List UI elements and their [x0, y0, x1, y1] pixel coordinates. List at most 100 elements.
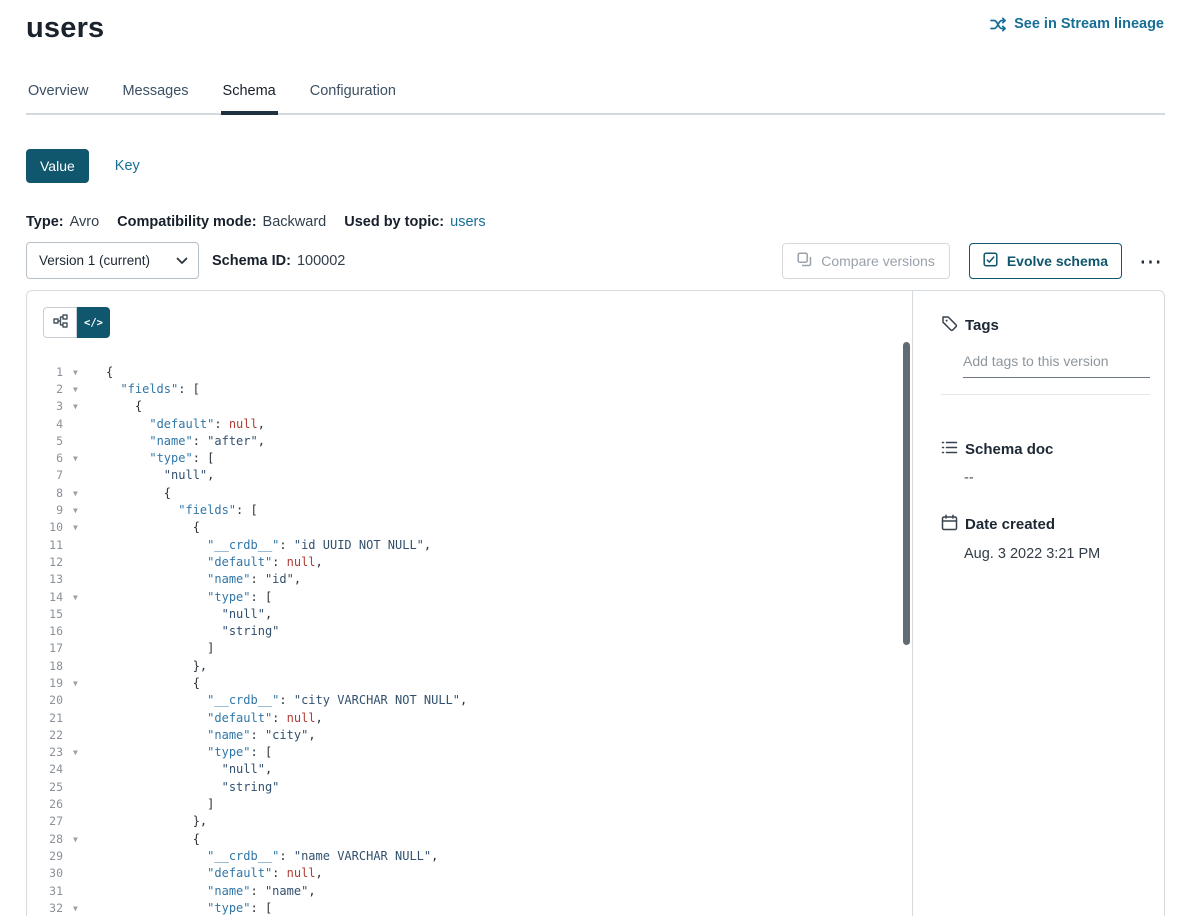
collapse-arrow-icon[interactable]: ▼: [63, 488, 106, 498]
collapse-arrow-spacer: [63, 803, 106, 805]
collapse-arrow-spacer: [63, 440, 106, 442]
line-number: 28: [27, 832, 63, 846]
code-text: {: [106, 399, 142, 413]
tab-configuration[interactable]: Configuration: [308, 83, 398, 113]
evolve-schema-button[interactable]: Evolve schema: [969, 243, 1122, 279]
collapse-arrow-icon[interactable]: ▼: [63, 401, 106, 411]
tab-messages[interactable]: Messages: [120, 83, 190, 113]
code-line: 25"string": [27, 778, 912, 795]
collapse-arrow-icon[interactable]: ▼: [63, 747, 106, 757]
collapse-arrow-icon[interactable]: ▼: [63, 903, 106, 913]
schema-id-value: 100002: [297, 253, 345, 269]
version-select-value: Version 1 (current): [39, 253, 150, 268]
code-text: "null",: [106, 607, 272, 621]
compare-versions-label: Compare versions: [821, 253, 935, 269]
code-text: "name": "city",: [106, 728, 316, 742]
evolve-schema-label: Evolve schema: [1007, 253, 1108, 269]
viewer-mode-toggle: </>: [43, 307, 110, 338]
collapse-arrow-spacer: [63, 578, 106, 580]
code-text: "name": "after",: [106, 434, 265, 448]
code-text: "name": "id",: [106, 572, 301, 586]
line-number: 17: [27, 641, 63, 655]
collapse-arrow-spacer: [63, 890, 106, 892]
line-number: 4: [27, 417, 63, 431]
tree-view-button[interactable]: [43, 307, 77, 338]
code-line: 7"null",: [27, 467, 912, 484]
line-number: 11: [27, 538, 63, 552]
collapse-arrow-icon[interactable]: ▼: [63, 453, 106, 463]
collapse-arrow-spacer: [63, 820, 106, 822]
value-toggle-button[interactable]: Value: [26, 149, 89, 183]
line-number: 22: [27, 728, 63, 742]
code-line: 32▼"type": [: [27, 899, 912, 916]
collapse-arrow-spacer: [63, 734, 106, 736]
code-line: 14▼"type": [: [27, 588, 912, 605]
line-number: 6: [27, 451, 63, 465]
schema-id-label: Schema ID:: [212, 253, 291, 269]
code-line: 8▼{: [27, 484, 912, 501]
code-text: ]: [106, 797, 214, 811]
line-number: 32: [27, 901, 63, 915]
code-view-button[interactable]: </>: [77, 307, 110, 338]
code-line: 17]: [27, 640, 912, 657]
tab-schema[interactable]: Schema: [221, 83, 278, 115]
collapse-arrow-icon[interactable]: ▼: [63, 834, 106, 844]
code-line: 6▼"type": [: [27, 449, 912, 466]
line-number: 21: [27, 711, 63, 725]
sidebar-divider: [941, 394, 1150, 395]
topic-link[interactable]: users: [450, 214, 485, 230]
collapse-arrow-spacer: [63, 786, 106, 788]
code-text: "string": [106, 780, 279, 794]
collapse-arrow-spacer: [63, 561, 106, 563]
code-line: 3▼{: [27, 398, 912, 415]
tag-icon: [941, 315, 958, 336]
compatibility-label: Compatibility mode:: [117, 214, 256, 230]
evolve-schema-icon: [983, 252, 998, 270]
line-number: 26: [27, 797, 63, 811]
chevron-down-icon: [176, 253, 188, 268]
code-line: 13 "name": "id",: [27, 571, 912, 588]
code-line: 1▼{: [27, 363, 912, 380]
line-number: 23: [27, 745, 63, 759]
version-select[interactable]: Version 1 (current): [26, 242, 199, 279]
code-text: {: [106, 520, 200, 534]
code-line: 20"__crdb__": "city VARCHAR NOT NULL",: [27, 692, 912, 709]
schema-doc-title: Schema doc: [965, 441, 1053, 458]
schema-page: users See in Stream lineage Overview Mess…: [0, 0, 1189, 916]
date-created-value: Aug. 3 2022 3:21 PM: [964, 546, 1150, 562]
line-number: 13: [27, 572, 63, 586]
line-number: 10: [27, 520, 63, 534]
collapse-arrow-icon[interactable]: ▼: [63, 678, 106, 688]
collapse-arrow-spacer: [63, 717, 106, 719]
code-text: {: [106, 832, 200, 846]
used-by-topic-label: Used by topic:: [344, 214, 444, 230]
code-text: "__crdb__": "id UUID NOT NULL",: [106, 538, 431, 552]
line-number: 5: [27, 434, 63, 448]
add-tags-input[interactable]: [963, 351, 1150, 378]
line-number: 3: [27, 399, 63, 413]
collapse-arrow-icon[interactable]: ▼: [63, 384, 106, 394]
schema-code-editor[interactable]: 1▼{2▼"fields": [3▼{4"default": null,5"na…: [27, 363, 912, 916]
code-line: 4"default": null,: [27, 415, 912, 432]
line-number: 16: [27, 624, 63, 638]
collapse-arrow-icon[interactable]: ▼: [63, 367, 106, 377]
line-number: 2: [27, 382, 63, 396]
code-line: 22 "name": "city",: [27, 726, 912, 743]
code-text: {: [106, 365, 113, 379]
code-line: 30"default": null,: [27, 865, 912, 882]
key-toggle-button[interactable]: Key: [115, 158, 140, 174]
collapse-arrow-icon[interactable]: ▼: [63, 522, 106, 532]
line-number: 8: [27, 486, 63, 500]
code-text: "default": null,: [106, 866, 323, 880]
tab-overview[interactable]: Overview: [26, 83, 90, 113]
code-line: 19▼{: [27, 674, 912, 691]
compare-versions-button[interactable]: Compare versions: [782, 243, 950, 279]
collapse-arrow-spacer: [63, 423, 106, 425]
scrollbar-thumb[interactable]: [903, 342, 910, 645]
collapse-arrow-icon[interactable]: ▼: [63, 592, 106, 602]
more-options-button[interactable]: ⋯: [1137, 252, 1165, 270]
code-text: "type": [: [106, 901, 272, 915]
collapse-arrow-spacer: [63, 665, 106, 667]
stream-lineage-link[interactable]: See in Stream lineage: [990, 16, 1164, 32]
collapse-arrow-icon[interactable]: ▼: [63, 505, 106, 515]
